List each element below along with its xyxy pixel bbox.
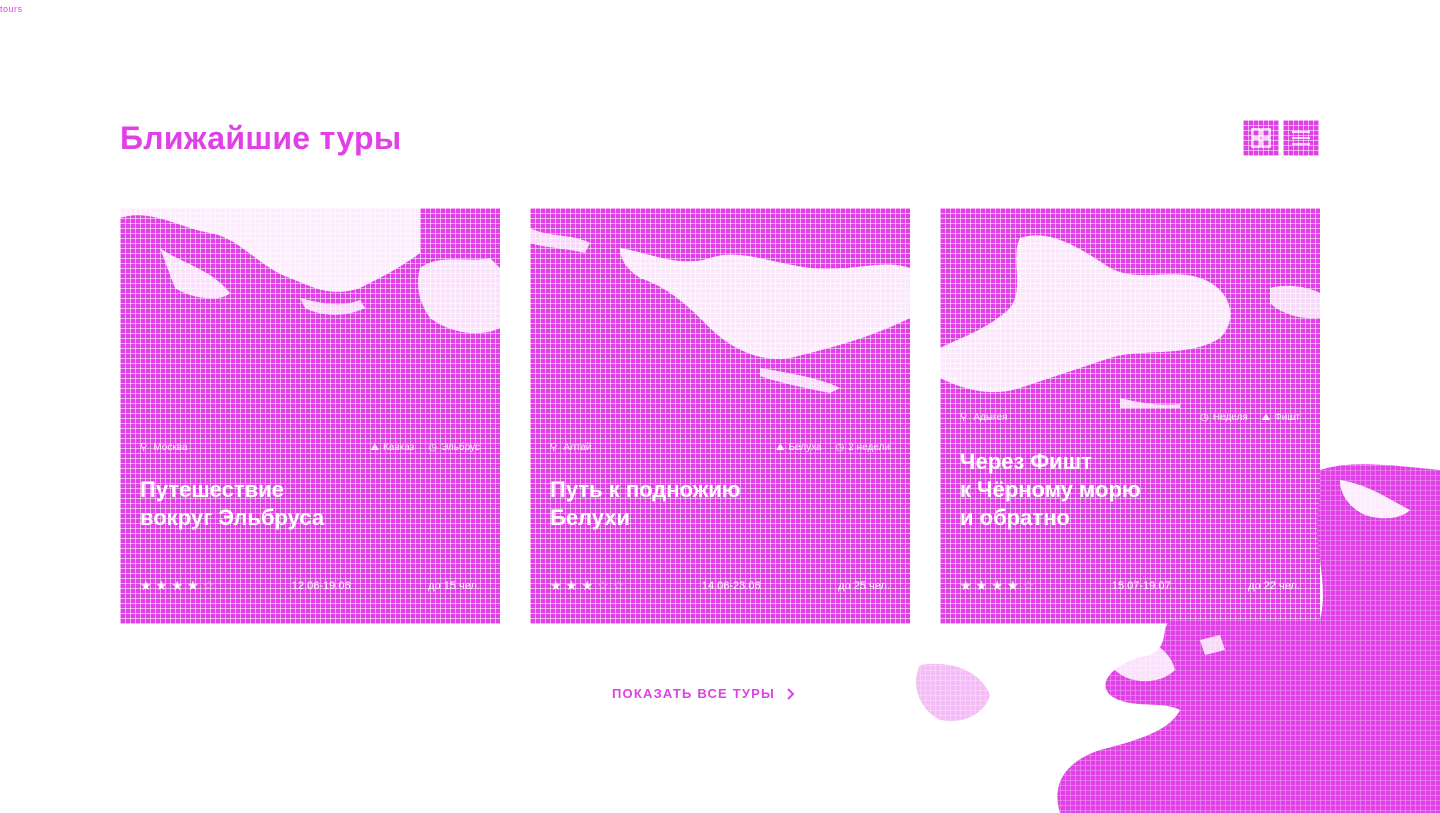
- tour-card[interactable]: ⚲ Москва ⛰ Кавказ ◷ Эльбрус Путешествие во…: [120, 208, 500, 624]
- mountain-icon: ⛰: [370, 442, 379, 453]
- location-pin-icon: ⚲: [140, 442, 148, 453]
- star-filled-icon: ★: [140, 578, 152, 593]
- card-meta-a: Неделя: [1212, 412, 1248, 423]
- world-map-image: [530, 228, 910, 393]
- card-location: Москва: [153, 442, 188, 453]
- card-title: Путешествие вокруг Эльбруса: [140, 477, 325, 530]
- card-meta-a: Белуха: [788, 442, 822, 453]
- card-dates: 12.06-19.06: [291, 580, 351, 592]
- mountain-icon: ⛰: [776, 442, 785, 453]
- decorative-map-image: [916, 464, 1440, 813]
- star-filled-icon: ★: [155, 578, 168, 593]
- star-filled-icon: ★: [171, 578, 183, 593]
- card-meta-row: ⚲ Москва ⛰ Кавказ ◷ Эльбрус: [140, 442, 480, 453]
- location-pin-icon: ⚲: [960, 412, 968, 423]
- star-filled-icon: ★: [550, 578, 562, 593]
- corner-label: tours: [0, 4, 23, 14]
- card-meta-row: ⚲ Адыгея ◷ Неделя ⛰ Фишт: [960, 412, 1300, 423]
- star-filled-icon: ★: [565, 578, 578, 593]
- rating-stars: ★ ★ ★ ☆ ☆: [550, 578, 624, 594]
- list-view-button[interactable]: [1283, 120, 1319, 156]
- star-empty-icon: ☆: [202, 578, 215, 593]
- card-footer: ★ ★ ★ ☆ ☆ 14.06-23.06 до 25 чел.: [550, 578, 890, 594]
- star-empty-icon: ☆: [612, 578, 625, 593]
- grid-view-button[interactable]: [1243, 120, 1279, 156]
- card-meta-b: Эльбрус: [441, 442, 480, 453]
- show-all-label: ПОКАЗАТЬ ВСЕ ТУРЫ: [612, 686, 775, 701]
- clock-icon: ◷: [835, 442, 845, 453]
- clock-icon: ◷: [428, 442, 438, 453]
- card-title: Путь к подножию Белухи: [550, 477, 741, 530]
- card-capacity: до 15 чел.: [428, 580, 480, 592]
- star-empty-icon: ☆: [596, 578, 609, 593]
- card-dates: 14.06-23.06: [701, 580, 761, 592]
- view-toggle: [1243, 120, 1319, 156]
- card-meta-b: Фишт: [1274, 412, 1300, 423]
- location-pin-icon: ⚲: [550, 442, 558, 453]
- card-location: Адыгея: [973, 412, 1008, 423]
- section-title: Ближайшие туры: [120, 120, 402, 156]
- show-all-tours-link[interactable]: ПОКАЗАТЬ ВСЕ ТУРЫ: [612, 686, 795, 701]
- card-meta-b: 2 недели: [848, 442, 890, 453]
- card-meta-a: Кавказ: [382, 442, 415, 453]
- calendar-icon: ◷: [1200, 412, 1209, 423]
- world-map-image: [940, 235, 1320, 408]
- star-filled-icon: ★: [186, 578, 199, 593]
- star-filled-icon: ★: [581, 578, 593, 593]
- card-footer: ★ ★ ★ ★ ☆ 12.06-19.06 до 15 чел.: [140, 578, 480, 594]
- world-map-image: [120, 208, 500, 334]
- grid-view-icon: [1251, 128, 1271, 148]
- card-location: Алтай: [563, 442, 592, 453]
- mountain-icon: ⛰: [1261, 412, 1271, 423]
- rating-stars: ★ ★ ★ ★ ☆: [140, 578, 214, 594]
- card-meta-row: ⚲ Алтай ⛰ Белуха ◷ 2 недели: [550, 442, 890, 453]
- chevron-right-icon: [787, 687, 795, 700]
- tour-card[interactable]: ⚲ Алтай ⛰ Белуха ◷ 2 недели Путь к подножи…: [530, 208, 910, 624]
- list-view-icon: [1292, 131, 1310, 145]
